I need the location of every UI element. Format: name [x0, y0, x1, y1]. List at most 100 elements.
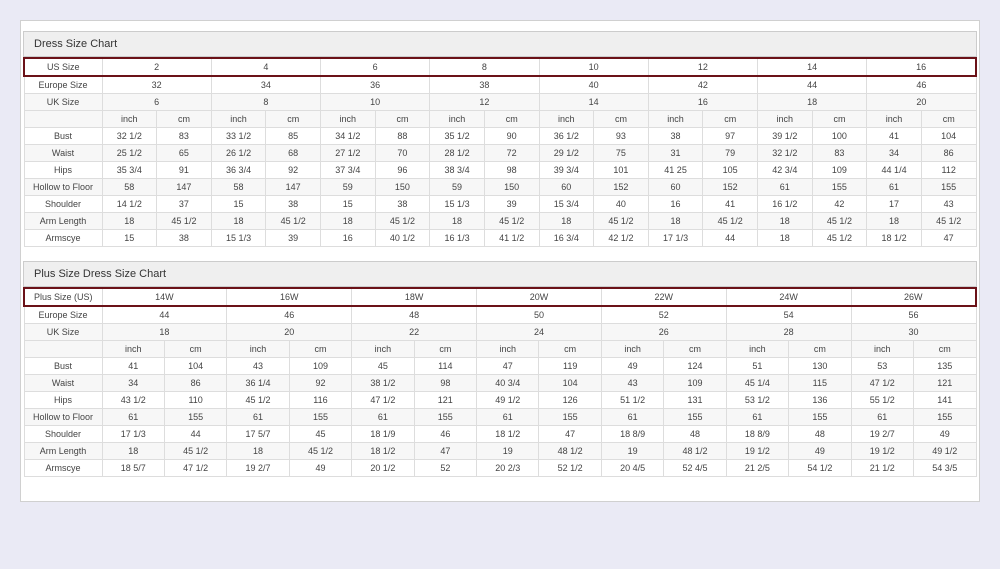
size-value: 28	[726, 324, 851, 341]
chart-title: Dress Size Chart	[23, 31, 977, 57]
measurement-value: 14 1/2	[102, 196, 157, 213]
measurement-value: 155	[289, 409, 351, 426]
measurement-value: 35 3/4	[102, 162, 157, 179]
unit-header: inch	[867, 111, 922, 128]
size-header: 4	[211, 58, 320, 76]
measurement-value: 39 3/4	[539, 162, 594, 179]
unit-header: inch	[648, 111, 703, 128]
measurement-value: 112	[921, 162, 976, 179]
size-header: 2	[102, 58, 211, 76]
unit-header: cm	[921, 111, 976, 128]
measurement-value: 61	[102, 409, 164, 426]
measurement-value: 18	[539, 213, 594, 230]
measurement-value: 16	[648, 196, 703, 213]
measurement-value: 150	[484, 179, 539, 196]
size-value: 8	[211, 94, 320, 111]
measurement-value: 114	[414, 358, 476, 375]
row-label: Hips	[24, 392, 102, 409]
measurement-value: 19 2/7	[227, 460, 289, 477]
measurement-value: 47	[477, 358, 539, 375]
measurement-value: 104	[164, 358, 226, 375]
size-header: 14	[758, 58, 867, 76]
measurement-value: 104	[921, 128, 976, 145]
unit-header: inch	[211, 111, 266, 128]
size-header: 24W	[726, 288, 851, 306]
measurement-value: 45 1/2	[921, 213, 976, 230]
measurement-value: 18 8/9	[601, 426, 663, 443]
measurement-value: 72	[484, 145, 539, 162]
measurement-value: 38 3/4	[430, 162, 485, 179]
measurement-value: 18	[867, 213, 922, 230]
measurement-value: 136	[789, 392, 851, 409]
unit-header-row: inchcminchcminchcminchcminchcminchcminch…	[24, 341, 976, 358]
unit-header: inch	[321, 111, 376, 128]
measurement-value: 155	[789, 409, 851, 426]
measurement-value: 52 4/5	[664, 460, 726, 477]
size-value: 12	[430, 94, 539, 111]
measurement-value: 45 1/4	[726, 375, 788, 392]
size-value: 36	[321, 76, 430, 94]
measurement-value: 61	[477, 409, 539, 426]
measurement-value: 90	[484, 128, 539, 145]
row-label: US Size	[24, 58, 102, 76]
measurement-value: 28 1/2	[430, 145, 485, 162]
size-value: 30	[851, 324, 976, 341]
unit-header: inch	[758, 111, 813, 128]
row-label: Bust	[24, 128, 102, 145]
measurement-value: 49 1/2	[477, 392, 539, 409]
measurement-value: 47 1/2	[164, 460, 226, 477]
measurement-value: 18 1/2	[477, 426, 539, 443]
measurement-value: 130	[789, 358, 851, 375]
unit-header: inch	[601, 341, 663, 358]
measurement-value: 45	[289, 426, 351, 443]
measurement-value: 38	[157, 230, 212, 247]
row-label: Arm Length	[24, 213, 102, 230]
row-label: Armscye	[24, 230, 102, 247]
measurement-value: 49	[789, 443, 851, 460]
size-header: 22W	[601, 288, 726, 306]
measurement-value: 16	[321, 230, 376, 247]
row-label	[24, 341, 102, 358]
size-value: 44	[102, 306, 227, 324]
size-value: 10	[321, 94, 430, 111]
size-value: 42	[648, 76, 757, 94]
measurement-value: 15	[211, 196, 266, 213]
unit-header: cm	[375, 111, 430, 128]
measurement-value: 100	[812, 128, 867, 145]
measurement-value: 59	[430, 179, 485, 196]
measurement-row: Waist25 1/26526 1/26827 1/27028 1/27229 …	[24, 145, 976, 162]
measurement-value: 109	[812, 162, 867, 179]
unit-header: cm	[414, 341, 476, 358]
size-header: 6	[321, 58, 430, 76]
measurement-value: 97	[703, 128, 758, 145]
row-label: Bust	[24, 358, 102, 375]
measurement-value: 155	[414, 409, 476, 426]
unit-header: cm	[594, 111, 649, 128]
measurement-value: 49 1/2	[913, 443, 976, 460]
page-container: Dress Size ChartUS Size246810121416Europ…	[20, 20, 980, 502]
measurement-value: 32 1/2	[102, 128, 157, 145]
size-chart: Dress Size ChartUS Size246810121416Europ…	[23, 31, 977, 247]
measurement-value: 45 1/2	[703, 213, 758, 230]
size-value: 32	[102, 76, 211, 94]
primary-size-row: US Size246810121416	[24, 58, 976, 76]
measurement-value: 46	[414, 426, 476, 443]
measurement-value: 79	[703, 145, 758, 162]
measurement-value: 61	[726, 409, 788, 426]
measurement-value: 37 3/4	[321, 162, 376, 179]
measurement-value: 27 1/2	[321, 145, 376, 162]
row-label	[24, 111, 102, 128]
measurement-value: 41	[102, 358, 164, 375]
measurement-value: 58	[211, 179, 266, 196]
size-value: 56	[851, 306, 976, 324]
measurement-row: Bust41104431094511447119491245113053135	[24, 358, 976, 375]
unit-header: cm	[484, 111, 539, 128]
measurement-value: 43	[601, 375, 663, 392]
unit-header: inch	[352, 341, 414, 358]
size-value: 48	[352, 306, 477, 324]
unit-header: inch	[851, 341, 913, 358]
measurement-value: 29 1/2	[539, 145, 594, 162]
measurement-value: 61	[867, 179, 922, 196]
measurement-value: 35 1/2	[430, 128, 485, 145]
size-value: 44	[758, 76, 867, 94]
